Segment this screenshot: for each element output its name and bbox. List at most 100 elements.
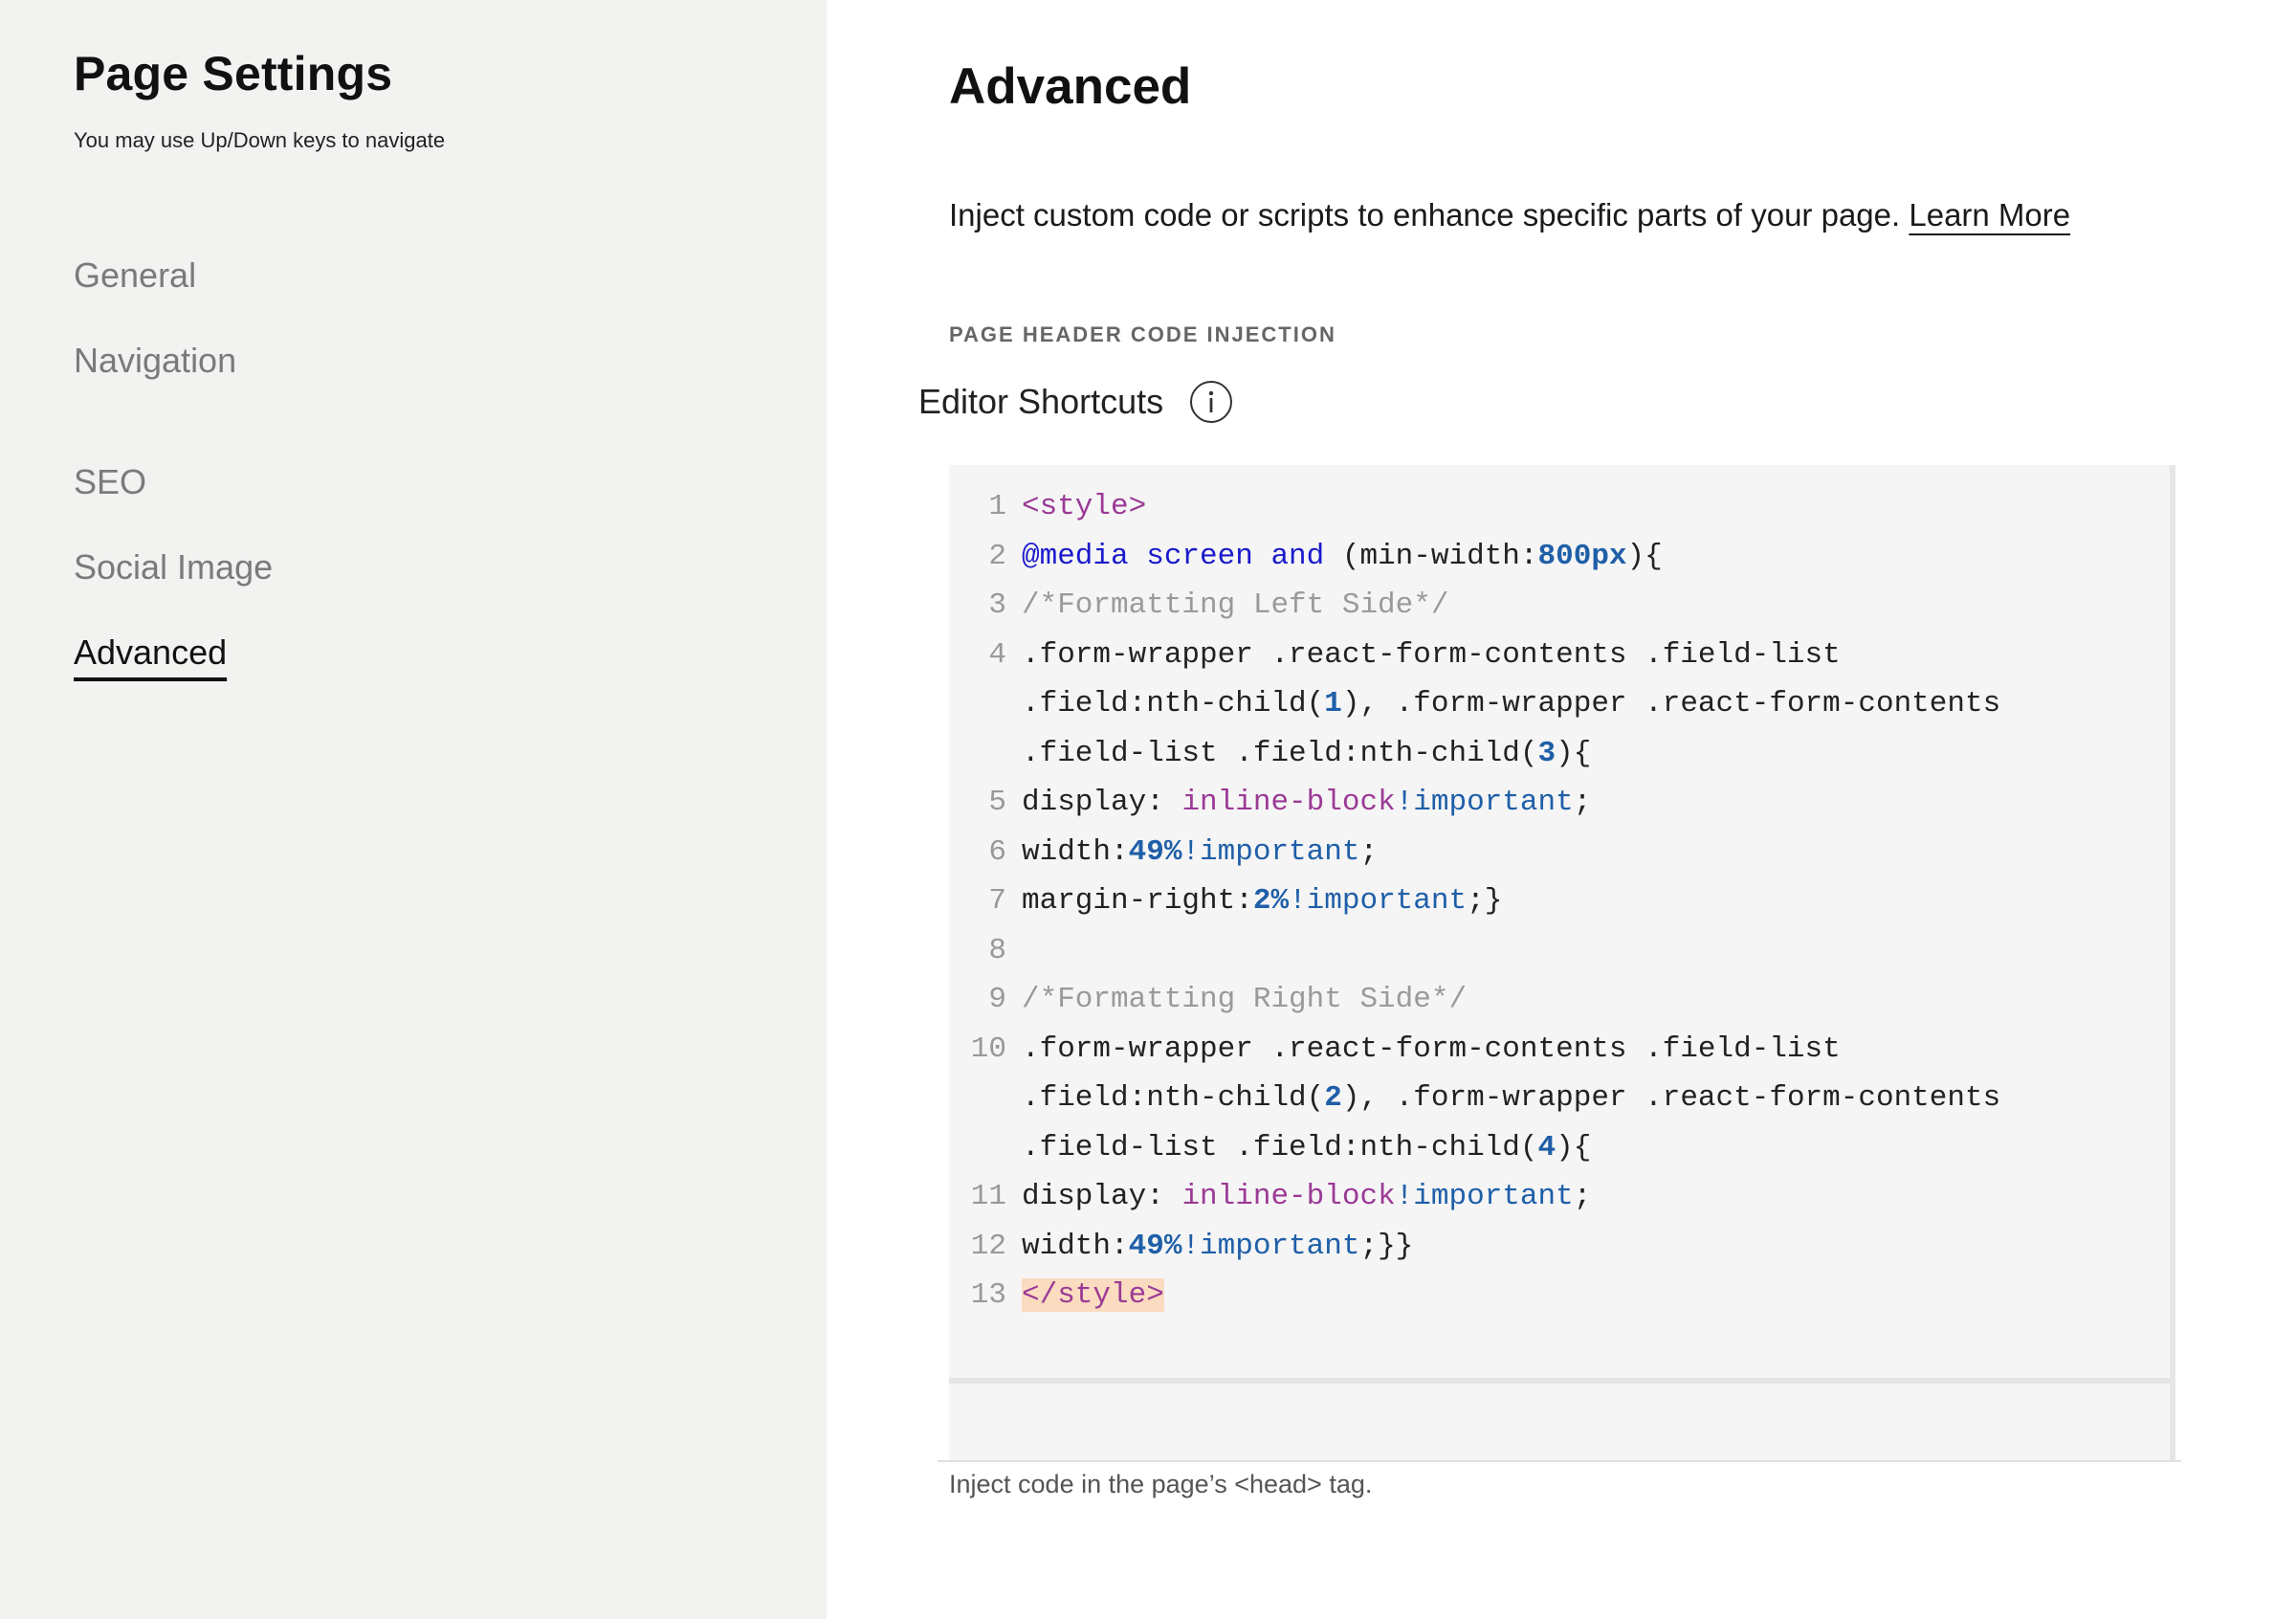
code-line: 12 width:49%!important;}} [949, 1222, 2170, 1272]
code-token: <style> [1022, 490, 1147, 523]
code-token: .field-list .field:nth-child( [1022, 1130, 1538, 1164]
code-text: width:49%!important;}} [1022, 1222, 1413, 1272]
code-token: 2% [1252, 884, 1290, 918]
code-token: /*Formatting Left Side*/ [1022, 588, 1449, 622]
code-token: ; [1359, 834, 1379, 869]
code-token: 3 [1537, 736, 1556, 770]
page-title: Advanced [949, 58, 1192, 115]
code-text: margin-right:2%!important;} [1022, 876, 1502, 926]
line-number [949, 679, 1022, 729]
code-line: 7 margin-right:2%!important;} [949, 876, 2170, 926]
code-line: 9 /*Formatting Right Side*/ [949, 975, 2170, 1025]
code-token: !important [1181, 834, 1360, 869]
line-number: 7 [988, 884, 1006, 918]
code-lines: 1 <style> 2 @media screen and (min-width:80… [949, 482, 2170, 1320]
code-token: .field-list .field:nth-child( [1022, 736, 1538, 770]
code-token: </style> [1022, 1278, 1164, 1312]
line-number: 10 [970, 1031, 1006, 1066]
code-text: @media screen and (min-width:800px){ [1022, 532, 1663, 582]
code-line: 1 <style> [949, 482, 2170, 532]
sidebar-item-navigation[interactable]: Navigation [74, 340, 236, 381]
code-text: .field:nth-child(1), .form-wrapper .reac… [1022, 679, 2000, 729]
code-token: ), .form-wrapper .react-form-contents [1341, 687, 2001, 721]
sidebar: Page Settings You may use Up/Down keys t… [0, 0, 827, 1619]
sidebar-item-social-image[interactable]: Social Image [74, 546, 273, 588]
code-editor[interactable]: 1 <style> 2 @media screen and (min-width:80… [949, 465, 2175, 1462]
code-text: .field:nth-child(2), .form-wrapper .reac… [1022, 1074, 2000, 1123]
code-line: .field:nth-child(1), .form-wrapper .reac… [949, 679, 2170, 729]
code-token: ){ [1556, 1130, 1592, 1164]
code-token: margin-right: [1022, 884, 1253, 918]
code-line: 3 /*Formatting Left Side*/ [949, 581, 2170, 631]
section-label: PAGE HEADER CODE INJECTION [949, 322, 1336, 346]
sidebar-subtitle: You may use Up/Down keys to navigate [74, 128, 446, 152]
line-number: 4 [988, 637, 1006, 672]
help-text: Inject code in the page’s <head> tag. [949, 1470, 1373, 1498]
code-line: .field-list .field:nth-child(3){ [949, 729, 2170, 779]
code-token: 4 [1537, 1130, 1556, 1164]
code-text: /*Formatting Left Side*/ [1022, 581, 1448, 631]
code-line: 5 display: inline-block!important; [949, 778, 2170, 828]
sidebar-item-general[interactable]: General [74, 255, 196, 296]
divider [938, 1460, 2181, 1462]
code-token: /*Formatting Right Side*/ [1022, 983, 1468, 1016]
code-text: /*Formatting Right Side*/ [1022, 975, 1467, 1025]
sidebar-item-advanced[interactable]: Advanced [74, 632, 227, 673]
code-line: 2 @media screen and (min-width:800px){ [949, 532, 2170, 582]
line-number: 2 [988, 539, 1006, 573]
line-number: 12 [970, 1229, 1006, 1263]
code-token: .field:nth-child( [1022, 1081, 1325, 1115]
code-token: 1 [1324, 687, 1342, 721]
line-number: 5 [988, 786, 1006, 819]
code-line: 4 .form-wrapper .react-form-contents .fie… [949, 631, 2170, 680]
code-token: !important [1181, 1229, 1360, 1263]
learn-more-link[interactable]: Learn More [1909, 197, 2070, 233]
code-line: 11 display: inline-block!important; [949, 1172, 2170, 1222]
line-number [949, 729, 1022, 779]
code-text: .form-wrapper .react-form-contents .fiel… [1022, 1025, 1841, 1075]
code-token: !important [1289, 884, 1468, 918]
intro-text: Inject custom code or scripts to enhance… [949, 197, 2070, 233]
code-token: @media screen and [1022, 539, 1325, 573]
code-token: ){ [1556, 736, 1592, 770]
code-token: .form-wrapper .react-form-contents .fiel… [1022, 1031, 1841, 1066]
code-token: display: [1022, 786, 1182, 819]
code-line: .field-list .field:nth-child(4){ [949, 1123, 2170, 1173]
code-line: 13 </style> [949, 1271, 2170, 1320]
code-line: 10 .form-wrapper .react-form-contents .fi… [949, 1025, 2170, 1075]
code-token: width: [1022, 834, 1129, 869]
line-number: 1 [988, 490, 1006, 523]
sidebar-title: Page Settings [74, 47, 393, 100]
main-panel: Advanced Inject custom code or scripts t… [827, 0, 2296, 1619]
code-text: display: inline-block!important; [1022, 778, 1591, 828]
code-token: !important [1395, 1180, 1574, 1213]
code-token: ; [1573, 1180, 1592, 1213]
code-text: display: inline-block!important; [1022, 1172, 1591, 1222]
line-number [949, 1074, 1022, 1123]
code-token: display: [1022, 1180, 1182, 1213]
code-token: 2 [1324, 1081, 1342, 1115]
code-text: .field-list .field:nth-child(4){ [1022, 1123, 1591, 1173]
code-token: 49% [1128, 834, 1182, 869]
code-token: ){ [1626, 539, 1663, 573]
code-token: 49% [1128, 1229, 1182, 1263]
code-token: 800px [1537, 539, 1627, 573]
code-token: .field:nth-child( [1022, 687, 1325, 721]
sidebar-item-seo[interactable]: SEO [74, 461, 146, 502]
line-number: 8 [988, 933, 1006, 967]
code-token: ; [1573, 786, 1592, 819]
code-token: ), .form-wrapper .react-form-contents [1341, 1081, 2001, 1115]
code-text: <style> [1022, 482, 1146, 532]
line-number: 6 [988, 834, 1006, 869]
code-line: 6 width:49%!important; [949, 828, 2170, 877]
info-icon[interactable] [1190, 381, 1233, 423]
line-number [949, 1123, 1022, 1173]
code-line: 8 [949, 926, 2170, 976]
editor-divider [949, 1378, 2170, 1384]
code-token: !important [1395, 786, 1574, 819]
code-token: (min-width: [1324, 539, 1538, 573]
code-token: inline-block [1181, 1180, 1396, 1213]
editor-shortcuts-label: Editor Shortcuts [918, 382, 1164, 421]
editor-shortcuts[interactable]: Editor Shortcuts [918, 381, 1233, 423]
